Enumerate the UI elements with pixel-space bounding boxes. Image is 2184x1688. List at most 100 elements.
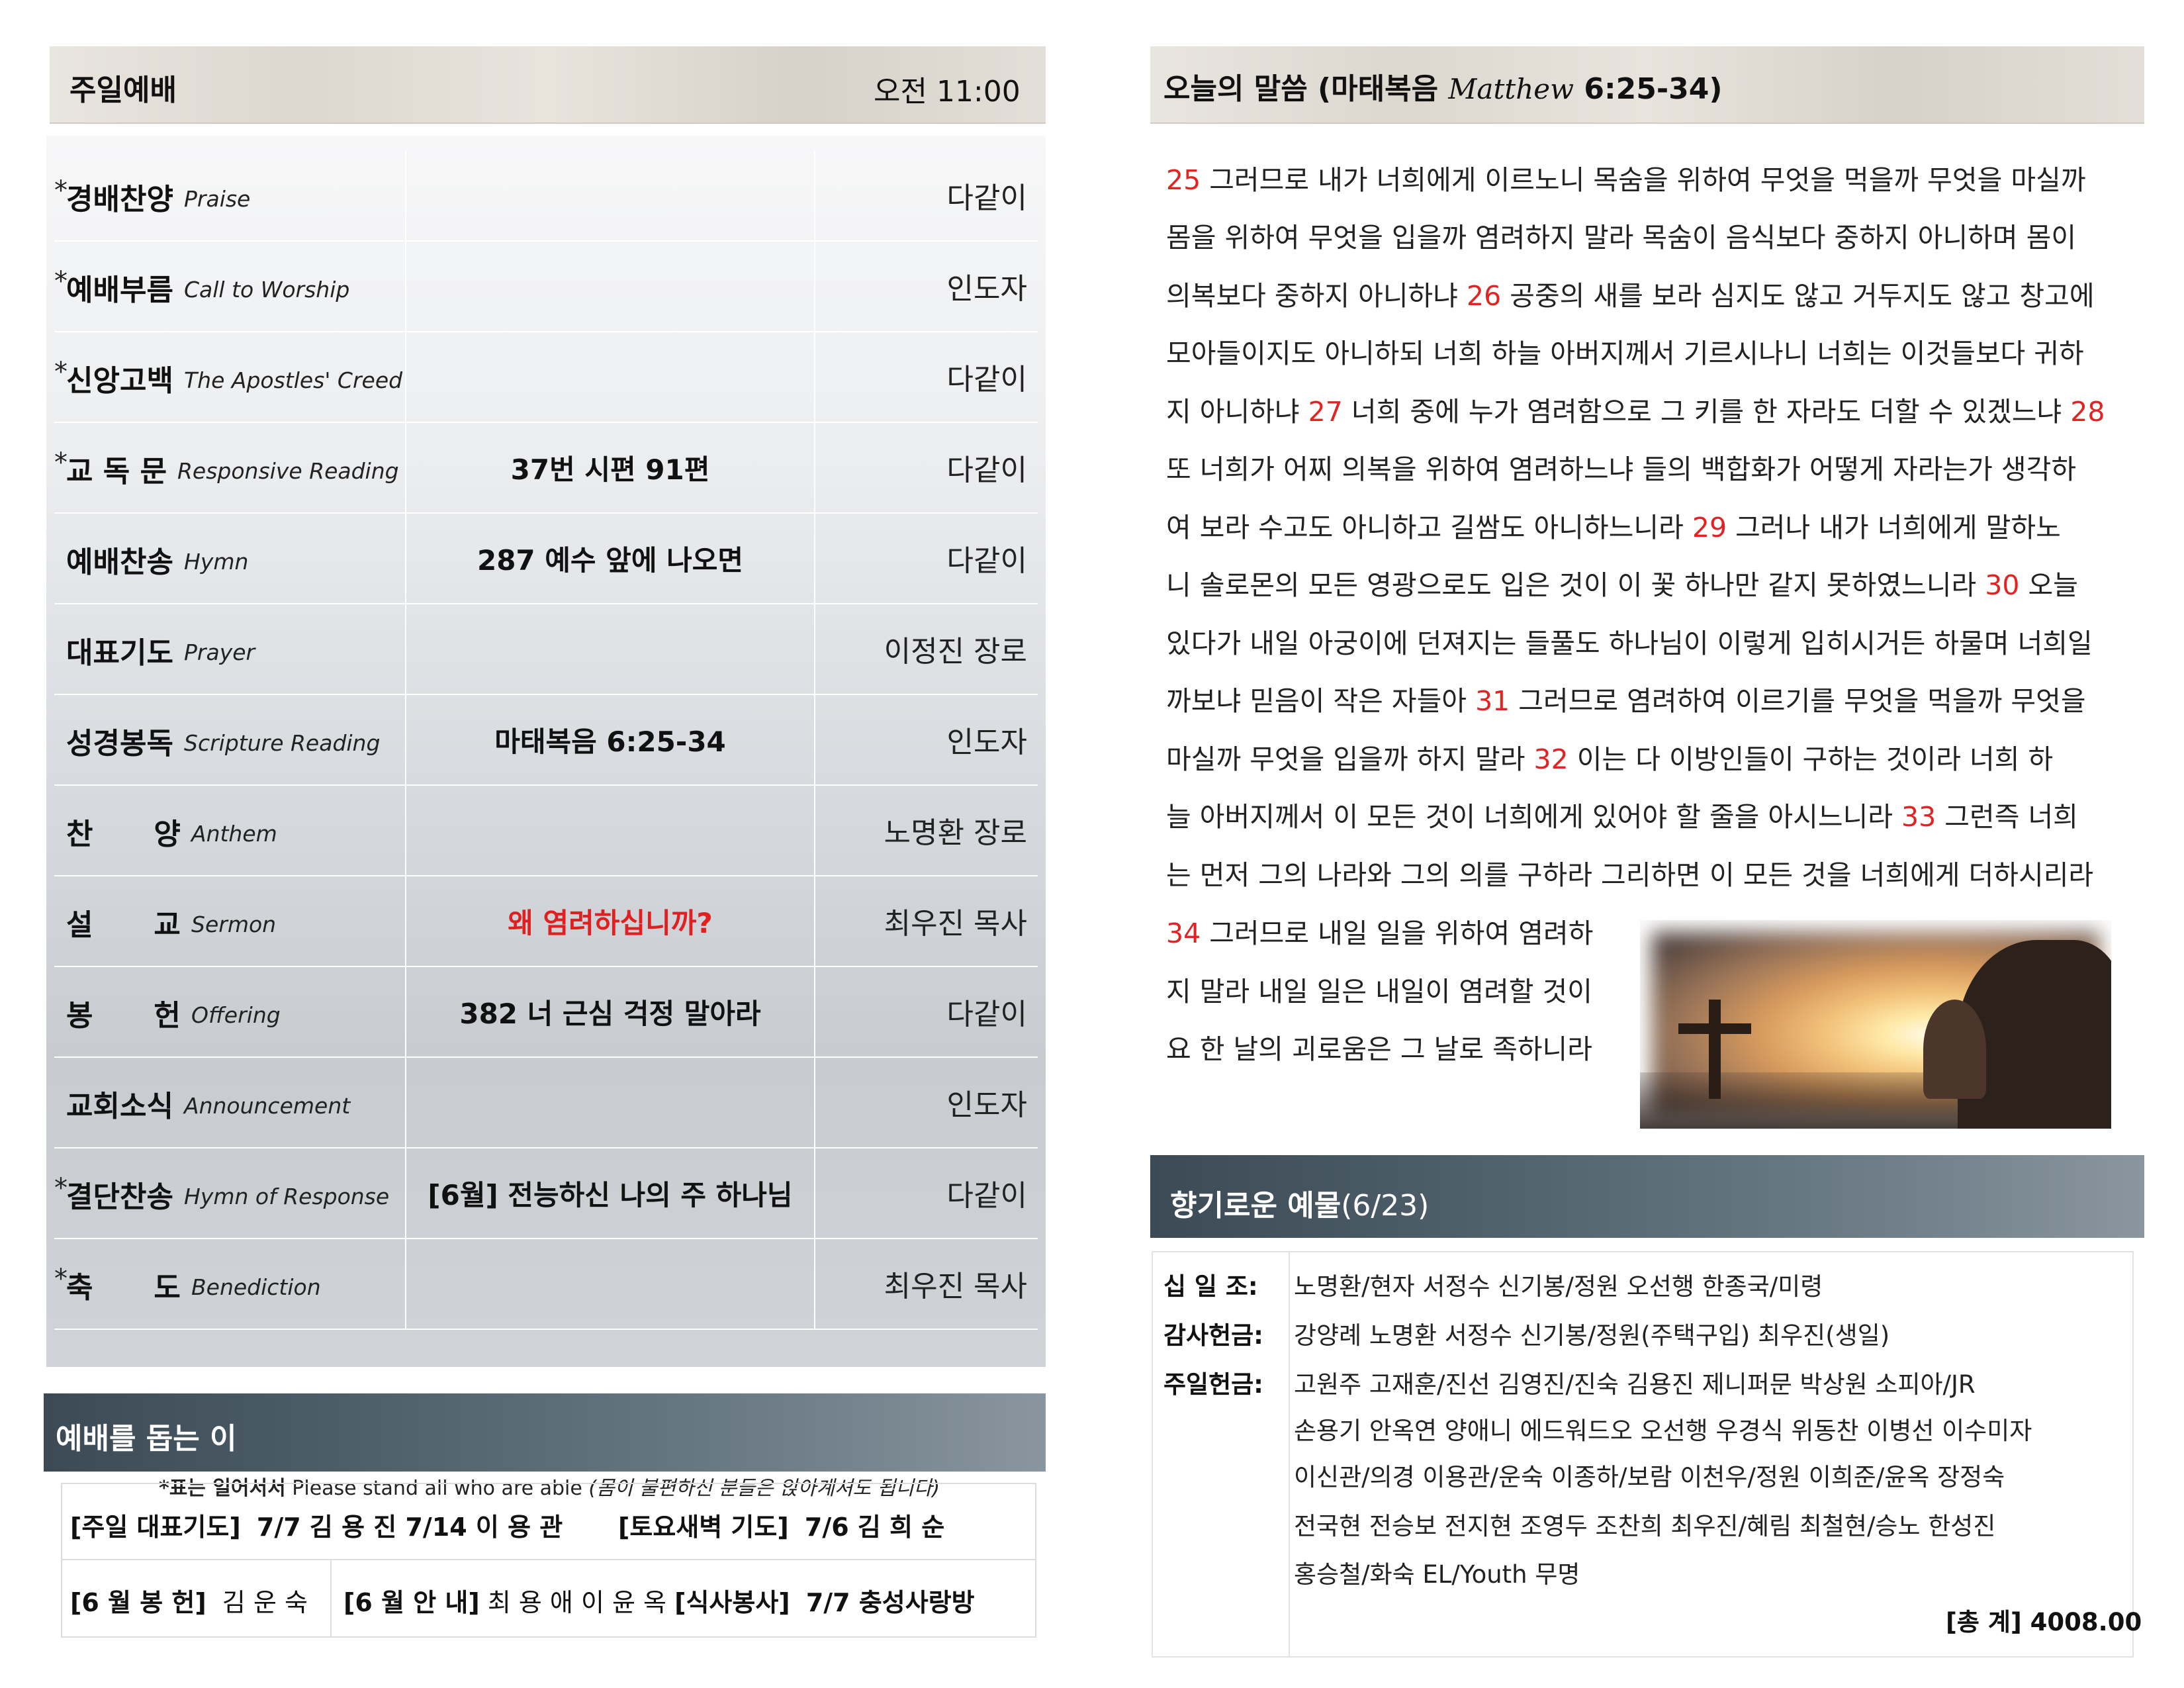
offerings-title: 향기로운 예물(6/23) xyxy=(1170,1182,1429,1224)
order-item-content xyxy=(406,1057,815,1147)
order-row: * 교 독 문 Responsive Reading 37번 시편 91편 다같이 xyxy=(54,422,1038,514)
verse-text: 또 너희가 어찌 의복을 위하여 염려하느냐 들의 백합화가 어떻게 자라는가 … xyxy=(1166,453,2077,485)
verse-text: 여 보라 수고도 아니하고 길쌈도 아니하느니라 xyxy=(1166,512,1692,543)
order-item-ko: 예배부름 xyxy=(66,273,173,307)
order-item-name: 예배찬송 Hymn xyxy=(54,513,406,603)
scripture-line: 있다가 내일 아궁이에 던져지는 들풀도 하나님이 이렇게 입히시거든 하물며 … xyxy=(1166,621,2132,661)
order-item-content: 37번 시편 91편 xyxy=(406,422,815,512)
order-row: 설 교 Sermon 왜 염려하십니까? 최우진 목사 xyxy=(54,876,1038,967)
offerings-title-bold: 향기로운 예물 xyxy=(1170,1189,1342,1223)
verse-number: 34 xyxy=(1166,917,1201,949)
offerings-total: [총 계] 4008.00 xyxy=(1946,1608,2142,1636)
order-item-en: Sermon xyxy=(191,912,277,937)
verse-text: 그러므로 염려하여 이르기를 무엇을 먹을까 무엇을 xyxy=(1510,685,2086,717)
scripture-line: 마실까 무엇을 입을까 하지 말라 32 이는 다 이방인들이 구하는 것이라 … xyxy=(1166,737,2132,776)
sunday-prayer-label: [주일 대표기도] xyxy=(70,1513,241,1542)
scripture-line: 는 먼저 그의 나라와 그의 의를 구하라 그리하면 이 모든 것을 너희에게 … xyxy=(1166,853,2132,892)
scripture-title-ko: 오늘의 말씀 (마태복음 xyxy=(1163,72,1439,106)
saturday-prayer-label: [토요새벽 기도] xyxy=(618,1513,789,1542)
scripture-line: 25 그러므로 내가 너희에게 이르노니 목숨을 위하여 무엇을 먹을까 무엇을… xyxy=(1166,158,2132,197)
standing-marker: * xyxy=(54,1173,68,1203)
order-item-name: 대표기도 Prayer xyxy=(54,604,406,694)
sunday-offering-label: 주일헌금: xyxy=(1163,1370,1263,1399)
order-item-leader: 인도자 xyxy=(946,1088,1027,1122)
order-item-ko: 예배찬송 xyxy=(66,545,173,579)
order-item-content xyxy=(406,150,815,240)
verse-number: 27 xyxy=(1308,396,1343,428)
order-item-leader: 최우진 목사 xyxy=(884,907,1027,941)
thanks-label: 감사헌금: xyxy=(1163,1321,1263,1350)
order-row: * 결단찬송 Hymn of Response [6월] 전능하신 나의 주 하나님 다… xyxy=(54,1148,1038,1239)
order-item-name: * 예배부름 Call to Worship xyxy=(54,241,406,331)
order-item-leader: 다같이 xyxy=(946,181,1027,215)
order-item-en: Hymn xyxy=(184,549,249,575)
standing-marker: * xyxy=(54,175,68,206)
sunday-offering-line: 고원주 고재훈/진선 김영진/진숙 김용진 제니퍼문 박상원 소피아/JR xyxy=(1294,1370,1976,1399)
verse-text: 몸을 위하여 무엇을 입을까 염려하지 말라 목숨이 음식보다 중하지 아니하며… xyxy=(1166,222,2077,254)
verse-text: 오늘 xyxy=(2019,569,2078,601)
order-item-en: Anthem xyxy=(191,821,277,847)
verse-text: 공중의 새를 보라 심지도 않고 거두지도 않고 창고에 xyxy=(1501,280,2095,312)
order-item-en: Scripture Reading xyxy=(184,730,381,756)
standing-marker: * xyxy=(54,266,68,297)
order-row: * 예배부름 Call to Worship 인도자 xyxy=(54,241,1038,332)
saturday-prayer-value: 7/6 김 희 순 xyxy=(804,1513,945,1542)
order-item-en: Offering xyxy=(191,1002,281,1028)
order-item-ko: 대표기도 xyxy=(66,636,173,670)
order-item-content xyxy=(406,785,815,875)
usher-label: [6 월 안 내] xyxy=(343,1588,480,1617)
helpers-col-divider xyxy=(330,1559,332,1636)
order-item-name: * 축 도 Benediction xyxy=(54,1239,406,1329)
helpers-header: 예배를 돕는 이 xyxy=(44,1393,1046,1472)
scripture-line: 여 보라 수고도 아니하고 길쌈도 아니하느니라 29 그러나 내가 너희에게 … xyxy=(1166,505,2132,545)
meal-service-value: 7/7 충성사랑방 xyxy=(805,1588,975,1617)
worship-title: 주일예배 xyxy=(69,73,177,107)
verse-text: 너희 중에 누가 염려함으로 그 키를 한 자라도 더할 수 있겠느냐 xyxy=(1342,396,2071,428)
tithe-names: 노명환/현자 서정수 신기봉/정원 오선행 한종국/미령 xyxy=(1294,1272,1823,1301)
verse-text: 까보냐 믿음이 작은 자들아 xyxy=(1166,685,1476,717)
sunday-offering-line: 손용기 안옥연 양애니 에드워드오 오선행 우경식 위동찬 이병선 이수미자 xyxy=(1294,1417,2032,1445)
order-item-name: * 신앙고백 The Apostles' Creed xyxy=(54,332,406,422)
order-row: 봉 헌 Offering 382 너 근심 걱정 말아라 다같이 xyxy=(54,966,1038,1058)
verse-number: 33 xyxy=(1901,801,1936,833)
scripture-header: 오늘의 말씀 (마태복음 Matthew 6:25-34) xyxy=(1150,46,2144,124)
scripture-line: 까보냐 믿음이 작은 자들아 31 그러므로 염려하여 이르기를 무엇을 먹을까… xyxy=(1166,679,2132,718)
helpers-row1-b: [토요새벽 기도] 7/6 김 희 순 xyxy=(618,1507,944,1543)
verse-text: 니 솔로몬의 모든 영광으로도 입은 것이 이 꽃 하나만 같지 못하였느니라 xyxy=(1166,569,1985,601)
order-item-content: [6월] 전능하신 나의 주 하나님 xyxy=(406,1148,815,1238)
helpers-row2-b: [6 월 안 내] 최 용 애 이 윤 옥 [식사봉사] 7/7 충성사랑방 xyxy=(343,1582,975,1618)
order-item-leader: 다같이 xyxy=(946,363,1027,397)
worship-time: 오전 11:00 xyxy=(874,75,1021,109)
helpers-row1-a: [주일 대표기도] 7/7 김 용 진 7/14 이 용 관 xyxy=(70,1507,563,1543)
order-item-en: The Apostles' Creed xyxy=(184,367,403,393)
order-item-leader: 인도자 xyxy=(946,726,1027,759)
scripture-line: 몸을 위하여 무엇을 입을까 염려하지 말라 목숨이 음식보다 중하지 아니하며… xyxy=(1166,215,2132,255)
sermon-title: 왜 염려하십니까? xyxy=(406,876,815,966)
standing-marker: * xyxy=(54,357,68,387)
verse-text: 모아들이지도 아니하되 너희 하늘 아버지께서 기르시나니 너희는 이것들보다 … xyxy=(1166,338,2084,369)
helpers-title: 예배를 돕는 이 xyxy=(56,1422,237,1456)
offerings-col-divider xyxy=(1289,1252,1290,1656)
offerings-box xyxy=(1152,1251,2134,1658)
order-row: * 축 도 Benediction 최우진 목사 xyxy=(54,1239,1038,1330)
standing-marker: * xyxy=(54,447,68,478)
offering-helper-value: 김 운 숙 xyxy=(222,1588,308,1617)
order-row: 예배찬송 Hymn 287 예수 앞에 나오면 다같이 xyxy=(54,513,1038,604)
order-item-name: 교회소식 Announcement xyxy=(54,1057,406,1147)
order-item-name: 봉 헌 Offering xyxy=(54,966,406,1056)
order-item-content xyxy=(406,241,815,331)
verse-text: 늘 아버지께서 이 모든 것이 너희에게 있어야 할 줄을 아시느니라 xyxy=(1166,801,1902,833)
order-item-content: 382 너 근심 걱정 말아라 xyxy=(406,966,815,1056)
verse-number: 26 xyxy=(1467,280,1502,312)
verse-number: 28 xyxy=(2070,396,2105,428)
order-row: * 경배찬양 Praise 다같이 xyxy=(54,150,1038,242)
scripture-line: 모아들이지도 아니하되 너희 하늘 아버지께서 기르시나니 너희는 이것들보다 … xyxy=(1166,331,2132,371)
order-item-name: * 경배찬양 Praise xyxy=(54,150,406,240)
scripture-title-en: Matthew xyxy=(1448,73,1574,105)
scripture-title-ref: 6:25-34) xyxy=(1584,72,1723,106)
order-item-leader: 이정진 장로 xyxy=(884,635,1027,669)
verse-text: 그러므로 내일 일을 위하여 염려하 xyxy=(1201,917,1594,949)
scripture-line: 늘 아버지께서 이 모든 것이 너희에게 있어야 할 줄을 아시느니라 33 그… xyxy=(1166,794,2132,834)
verse-text: 지 말라 내일 일은 내일이 염려할 것이 xyxy=(1166,976,1592,1008)
order-item-en: Call to Worship xyxy=(184,277,350,303)
